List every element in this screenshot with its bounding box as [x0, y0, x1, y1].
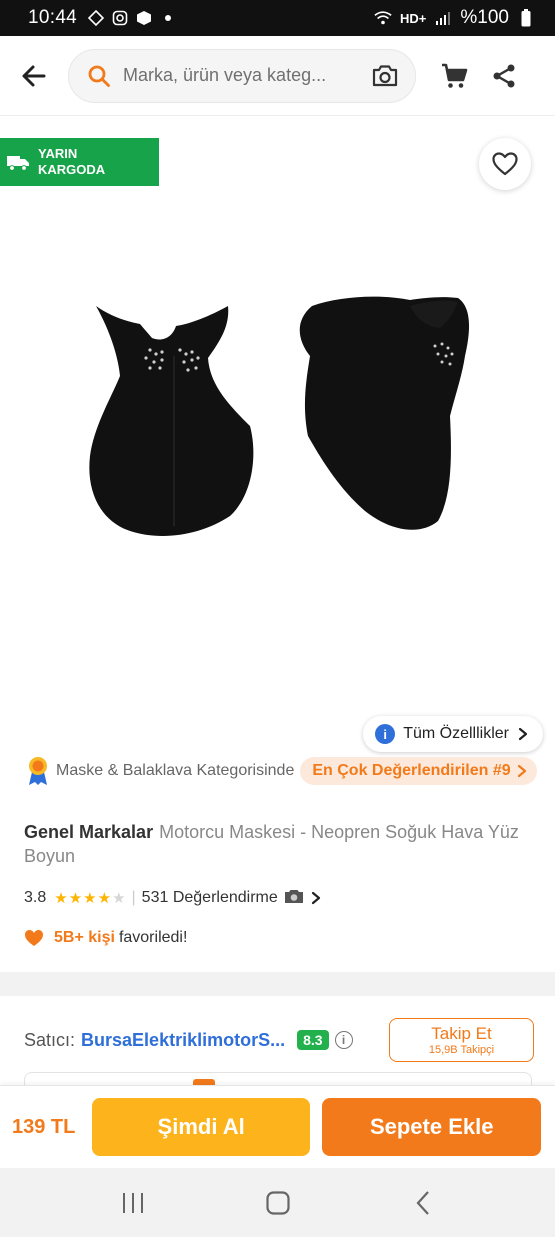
heart-icon	[492, 152, 518, 176]
rank-label: En Çok Değerlendirilen #9	[312, 762, 511, 779]
search-bar[interactable]	[68, 48, 416, 103]
home-icon	[265, 1190, 290, 1215]
cart-button[interactable]	[438, 60, 470, 92]
info-icon[interactable]: i	[334, 1031, 353, 1049]
separator: |	[131, 889, 136, 906]
category-ranking-row[interactable]: Maske & Balaklava Kategorisinde En Çok D…	[0, 752, 555, 790]
rank-badge[interactable]: En Çok Değerlendirilen #9	[300, 757, 537, 785]
wifi-icon	[374, 9, 392, 27]
top-header	[0, 36, 555, 116]
back-chevron-icon	[416, 1190, 429, 1215]
star-icon: ★	[68, 890, 83, 907]
dot-icon	[159, 9, 177, 27]
category-text: Maske & Balaklava Kategorisinde	[56, 762, 295, 779]
buy-now-button[interactable]: Şimdi Al	[91, 1098, 311, 1156]
home-button[interactable]	[248, 1178, 308, 1228]
status-time: 10:44	[28, 7, 78, 28]
cargo-badge: YARIN KARGODA	[0, 138, 159, 186]
rating-stars: ★ ★ ★ ★ ★	[54, 889, 125, 907]
rating-row[interactable]: 3.8 ★ ★ ★ ★ ★ | 531 Değerlendirme	[24, 886, 322, 910]
all-features-label: Tüm Özelllikler	[403, 725, 509, 742]
product-title: Genel Markalar Motorcu Maskesi - Neopren …	[24, 820, 539, 868]
follow-button[interactable]: Takip Et 15,9B Takipçi	[389, 1018, 534, 1062]
product-gallery[interactable]: YARIN KARGODA i Tüm Özelllikler	[0, 116, 555, 752]
camera-icon[interactable]	[371, 63, 399, 89]
system-nav-bar	[0, 1168, 555, 1237]
chevron-right-icon	[311, 891, 320, 905]
follower-count: 15,9B Takipçi	[428, 1043, 495, 1056]
seller-row: Satıcı: BursaElektriklimotorS... 8.3 i T…	[24, 1018, 534, 1062]
seller-label: Satıcı:	[24, 1029, 76, 1050]
recent-apps-icon	[122, 1192, 143, 1213]
price: 139 TL	[12, 1115, 76, 1138]
share-icon	[493, 64, 515, 87]
navigation-icon	[87, 9, 105, 27]
add-to-cart-button[interactable]: Sepete Ekle	[322, 1098, 541, 1156]
rating-value: 3.8	[24, 889, 47, 906]
search-input[interactable]	[123, 65, 371, 86]
fav-text: favoriledi!	[118, 929, 188, 946]
seller-name-link[interactable]: BursaElektriklimotorS...	[81, 1030, 285, 1051]
favorite-button[interactable]	[479, 138, 531, 190]
back-arrow-icon	[22, 65, 46, 86]
status-bar: 10:44 HD+ %100	[0, 0, 555, 36]
share-button[interactable]	[488, 60, 520, 92]
product-image[interactable]	[80, 286, 480, 566]
instagram-icon	[111, 9, 129, 27]
chevron-right-icon	[518, 727, 528, 741]
package-icon	[135, 9, 153, 27]
camera-emoji-icon	[284, 888, 304, 909]
all-features-button[interactable]: i Tüm Özelllikler	[363, 716, 543, 752]
favorites-row: 5B+ kişi favoriledi!	[24, 926, 187, 950]
battery-icon	[517, 9, 535, 27]
search-icon	[88, 65, 110, 87]
signal-icon	[434, 9, 452, 27]
info-icon: i	[375, 724, 396, 744]
hd-voice-icon: HD+	[400, 10, 427, 26]
seller-score-badge: 8.3	[297, 1030, 329, 1050]
bottom-action-bar: 139 TL Şimdi Al Sepete Ekle	[0, 1085, 555, 1168]
battery-percent: %100	[460, 7, 509, 28]
cargo-badge-label: YARIN KARGODA	[38, 146, 106, 177]
chevron-right-icon	[517, 764, 526, 778]
star-icon: ★	[83, 890, 97, 907]
star-icon: ★	[97, 890, 112, 907]
star-empty-icon: ★	[112, 890, 126, 907]
recent-apps-button[interactable]	[103, 1178, 163, 1228]
cart-icon	[442, 63, 468, 88]
orange-heart-icon	[25, 930, 43, 946]
section-divider	[0, 972, 555, 996]
star-icon: ★	[54, 890, 68, 907]
back-button[interactable]	[14, 56, 54, 96]
truck-icon	[7, 156, 29, 171]
back-nav-button[interactable]	[393, 1178, 453, 1228]
review-count[interactable]: 531 Değerlendirme	[142, 889, 278, 907]
follow-label: Takip Et	[431, 1023, 492, 1043]
brand-name[interactable]: Genel Markalar	[24, 822, 153, 842]
fav-count: 5B+ kişi	[54, 929, 115, 946]
medal-icon	[29, 757, 47, 785]
